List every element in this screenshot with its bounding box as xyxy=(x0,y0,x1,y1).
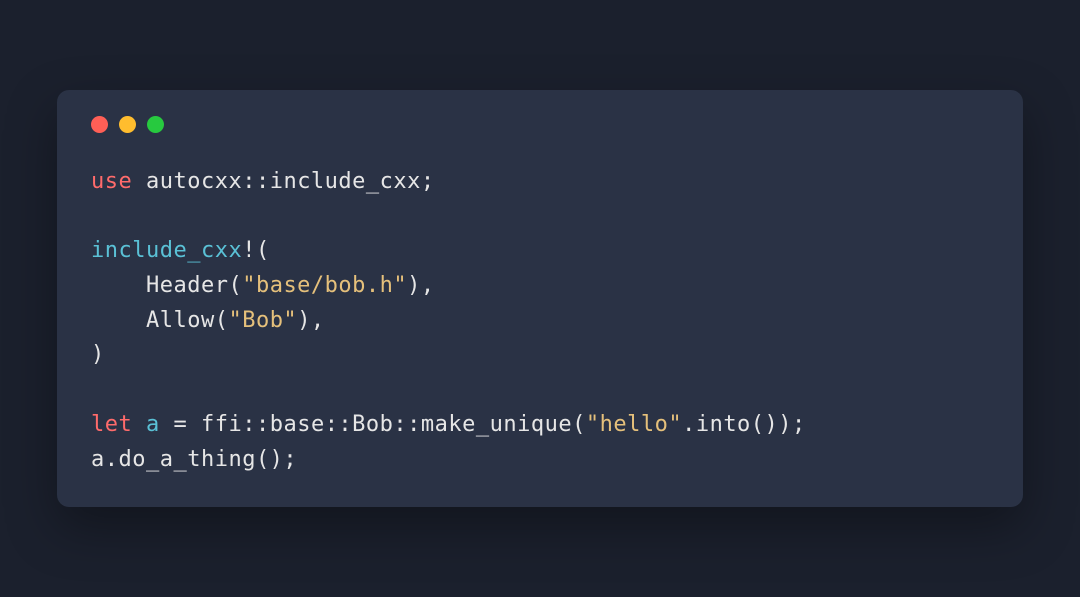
code-text: a.do_a_thing(); xyxy=(91,447,297,472)
code-text: ) xyxy=(91,342,105,367)
code-text: ), xyxy=(407,273,435,298)
code-text: !( xyxy=(242,238,270,263)
keyword-let: let xyxy=(91,412,132,437)
code-text: .into()); xyxy=(682,412,806,437)
macro-name: include_cxx xyxy=(91,238,242,263)
code-block: use autocxx::include_cxx; include_cxx!( … xyxy=(91,165,989,478)
minimize-icon[interactable] xyxy=(119,116,136,133)
maximize-icon[interactable] xyxy=(147,116,164,133)
code-text: autocxx::include_cxx; xyxy=(132,169,434,194)
window-controls xyxy=(91,116,989,133)
string-literal: "Bob" xyxy=(228,308,297,333)
code-text xyxy=(132,412,146,437)
code-text: Header( xyxy=(91,273,242,298)
code-text: = ffi::base::Bob::make_unique( xyxy=(160,412,586,437)
code-window: use autocxx::include_cxx; include_cxx!( … xyxy=(57,90,1023,508)
close-icon[interactable] xyxy=(91,116,108,133)
code-text: ), xyxy=(297,308,325,333)
code-text: Allow( xyxy=(91,308,228,333)
keyword-use: use xyxy=(91,169,132,194)
string-literal: "base/bob.h" xyxy=(242,273,407,298)
string-literal: "hello" xyxy=(586,412,682,437)
variable-name: a xyxy=(146,412,160,437)
